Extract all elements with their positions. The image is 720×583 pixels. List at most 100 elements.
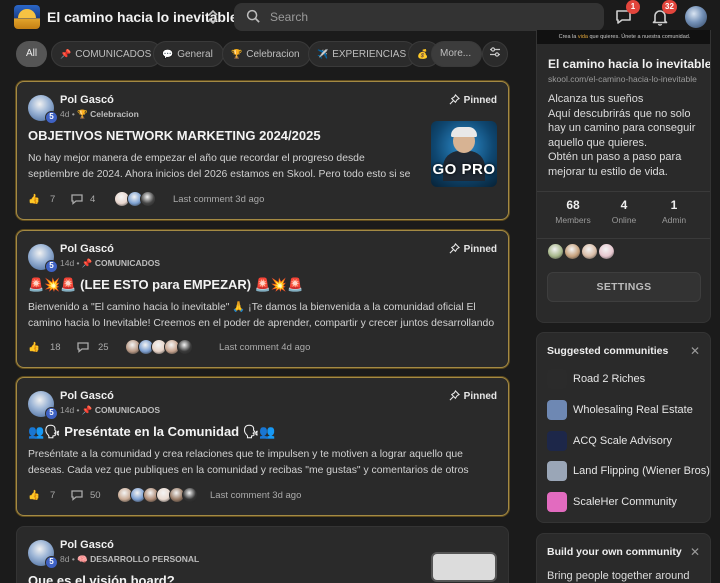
post-category[interactable]: COMUNICADOS [95, 258, 160, 268]
close-icon[interactable]: ✕ [690, 546, 700, 558]
post-age: 4d [60, 109, 70, 119]
notifications-button[interactable]: 32 [650, 0, 677, 27]
category-filter-bar: All 📌 COMUNICADOS 💬 General 🏆 Celebracion ✈… [16, 41, 510, 67]
post-title[interactable]: Que es el visión board? [28, 573, 175, 583]
pinned-label: Pinned [463, 391, 497, 402]
chat-badge: 1 [626, 0, 640, 14]
pin-icon [449, 389, 460, 401]
suggested-name: Land Flipping (Wiener Bros) [573, 465, 710, 477]
community-icon [547, 492, 567, 512]
community-title: El camino hacia lo inevitable [548, 57, 711, 71]
suggested-item[interactable]: ACQ Scale Advisory [547, 431, 707, 451]
filter-comunicados[interactable]: 📌 COMUNICADOS [51, 41, 163, 67]
filter-all[interactable]: All [16, 41, 48, 67]
filter-experiencias[interactable]: ✈️ EXPERIENCIAS [308, 41, 418, 67]
post-category[interactable]: COMUNICADOS [95, 405, 160, 415]
post-author[interactable]: Pol Gascó [60, 243, 114, 255]
post-author[interactable]: Pol Gascó [60, 94, 114, 106]
filter-label: General [177, 49, 213, 60]
post-meta: 14d • 📌 COMUNICADOS [60, 405, 161, 415]
post-thumbnail[interactable] [431, 552, 497, 582]
suggested-item[interactable]: ScaleHer Community [547, 492, 707, 512]
community-banner[interactable]: Crea la vida que quieres. Únete a nuestr… [537, 30, 710, 44]
stat-label: Admin [661, 215, 687, 225]
suggested-name: ScaleHer Community [573, 496, 677, 508]
filter-label: EXPERIENCIAS [332, 49, 407, 60]
close-icon[interactable]: ✕ [690, 345, 700, 357]
sliders-icon [490, 47, 500, 57]
like-button[interactable]: 👍 [28, 342, 40, 353]
comment-icon[interactable] [76, 341, 90, 356]
post-card[interactable]: 5 Pol Gascó 8d • 🧠 DESARROLLO PERSONAL Q… [16, 526, 509, 583]
banner-text: Crea la [558, 34, 578, 40]
post-excerpt: Bienvenido a "El camino hacia lo inevita… [28, 302, 495, 329]
level-badge: 5 [45, 111, 58, 124]
post-card[interactable]: 5 Pol Gascó 4d • 🏆 Celebracion Pinned OB… [16, 81, 509, 220]
suggested-item[interactable]: Land Flipping (Wiener Bros) [547, 461, 710, 481]
post-title[interactable]: OBJETIVOS NETWORK MARKETING 2024/2025 [28, 128, 321, 143]
banner-highlight: vida [577, 34, 588, 40]
post-age: 14d [60, 405, 75, 415]
pinned-label: Pinned [463, 244, 497, 255]
suggested-communities-card: Suggested communities ✕ Road 2 Riches Wh… [536, 332, 711, 523]
post-excerpt: No hay mejor manera de empezar el año qu… [28, 153, 411, 180]
pin-icon: 📌 [81, 405, 93, 415]
post-excerpt: Preséntate a la comunidad y crea relacio… [28, 449, 469, 476]
build-title: Build your own community [547, 546, 682, 558]
post-category[interactable]: Celebracion [90, 109, 139, 119]
brain-icon: 🧠 [77, 554, 88, 564]
post-thumbnail[interactable]: GO PRO [431, 121, 497, 187]
last-comment: Last comment 3d ago [173, 194, 265, 205]
comment-icon[interactable] [70, 489, 84, 504]
notifications-badge: 32 [662, 0, 677, 14]
post-card[interactable]: 5 Pol Gascó 14d • 📌 COMUNICADOS Pinned 👥… [16, 377, 509, 516]
community-icon [547, 369, 567, 389]
post-meta: 14d • 📌 COMUNICADOS [60, 258, 161, 268]
like-count: 18 [50, 342, 61, 353]
pinned-indicator: Pinned [449, 93, 497, 106]
commenter-avatar [177, 339, 193, 355]
filter-more[interactable]: More... [431, 41, 483, 67]
suggested-name: ACQ Scale Advisory [573, 435, 673, 447]
post-author[interactable]: Pol Gascó [60, 539, 114, 551]
like-count: 7 [50, 490, 56, 501]
level-badge: 5 [45, 556, 58, 569]
trophy-icon: 🏆 [231, 49, 243, 59]
filter-settings-button[interactable] [482, 41, 508, 67]
like-button[interactable]: 👍 [28, 490, 40, 501]
suggested-item[interactable]: Wholesaling Real Estate [547, 400, 707, 420]
comment-icon[interactable] [70, 193, 84, 208]
post-title[interactable]: 🚨💥🚨 (LEE ESTO para EMPEZAR) 🚨💥🚨 [28, 277, 303, 293]
filter-label: All [26, 48, 38, 59]
post-author[interactable]: Pol Gascó [60, 390, 114, 402]
user-avatar[interactable] [685, 6, 707, 28]
member-avatar [598, 243, 615, 260]
member-avatar [547, 243, 564, 260]
suggested-item[interactable]: Road 2 Riches [547, 369, 707, 389]
community-switcher-icon[interactable] [206, 8, 220, 26]
pinned-indicator: Pinned [449, 242, 497, 255]
member-avatars[interactable] [547, 243, 627, 261]
community-description: Alcanza tus sueños Aquí descubrirás que … [548, 93, 696, 178]
community-url[interactable]: skool.com/el-camino-hacia-lo-inevitable [548, 74, 703, 84]
like-button[interactable]: 👍 [28, 194, 40, 205]
filter-celebracion[interactable]: 🏆 Celebracion [222, 41, 311, 67]
post-category[interactable]: DESARROLLO PERSONAL [90, 554, 199, 564]
commenter-avatar [140, 191, 156, 207]
post-card[interactable]: 5 Pol Gascó 14d • 📌 COMUNICADOS Pinned 🚨… [16, 230, 509, 368]
filter-label: COMUNICADOS [75, 49, 152, 60]
pin-icon [449, 93, 460, 105]
settings-button[interactable]: SETTINGS [547, 272, 701, 302]
filter-general[interactable]: 💬 General [153, 41, 224, 67]
chat-button[interactable]: 1 [614, 0, 640, 27]
pin-icon: 📌 [81, 258, 93, 268]
post-title[interactable]: 👥🗣 Preséntate en la Comunidad 🗣👥 [28, 424, 275, 440]
suggested-name: Road 2 Riches [573, 373, 646, 385]
stat-admin[interactable]: 1 Admin [644, 198, 704, 225]
search-bar[interactable] [234, 3, 604, 31]
top-bar: El camino hacia lo inevitable 1 32 [0, 0, 720, 34]
community-logo[interactable] [14, 5, 40, 29]
search-input[interactable] [270, 3, 590, 31]
filter-label: More... [440, 48, 472, 59]
post-meta: 4d • 🏆 Celebracion [60, 109, 139, 119]
